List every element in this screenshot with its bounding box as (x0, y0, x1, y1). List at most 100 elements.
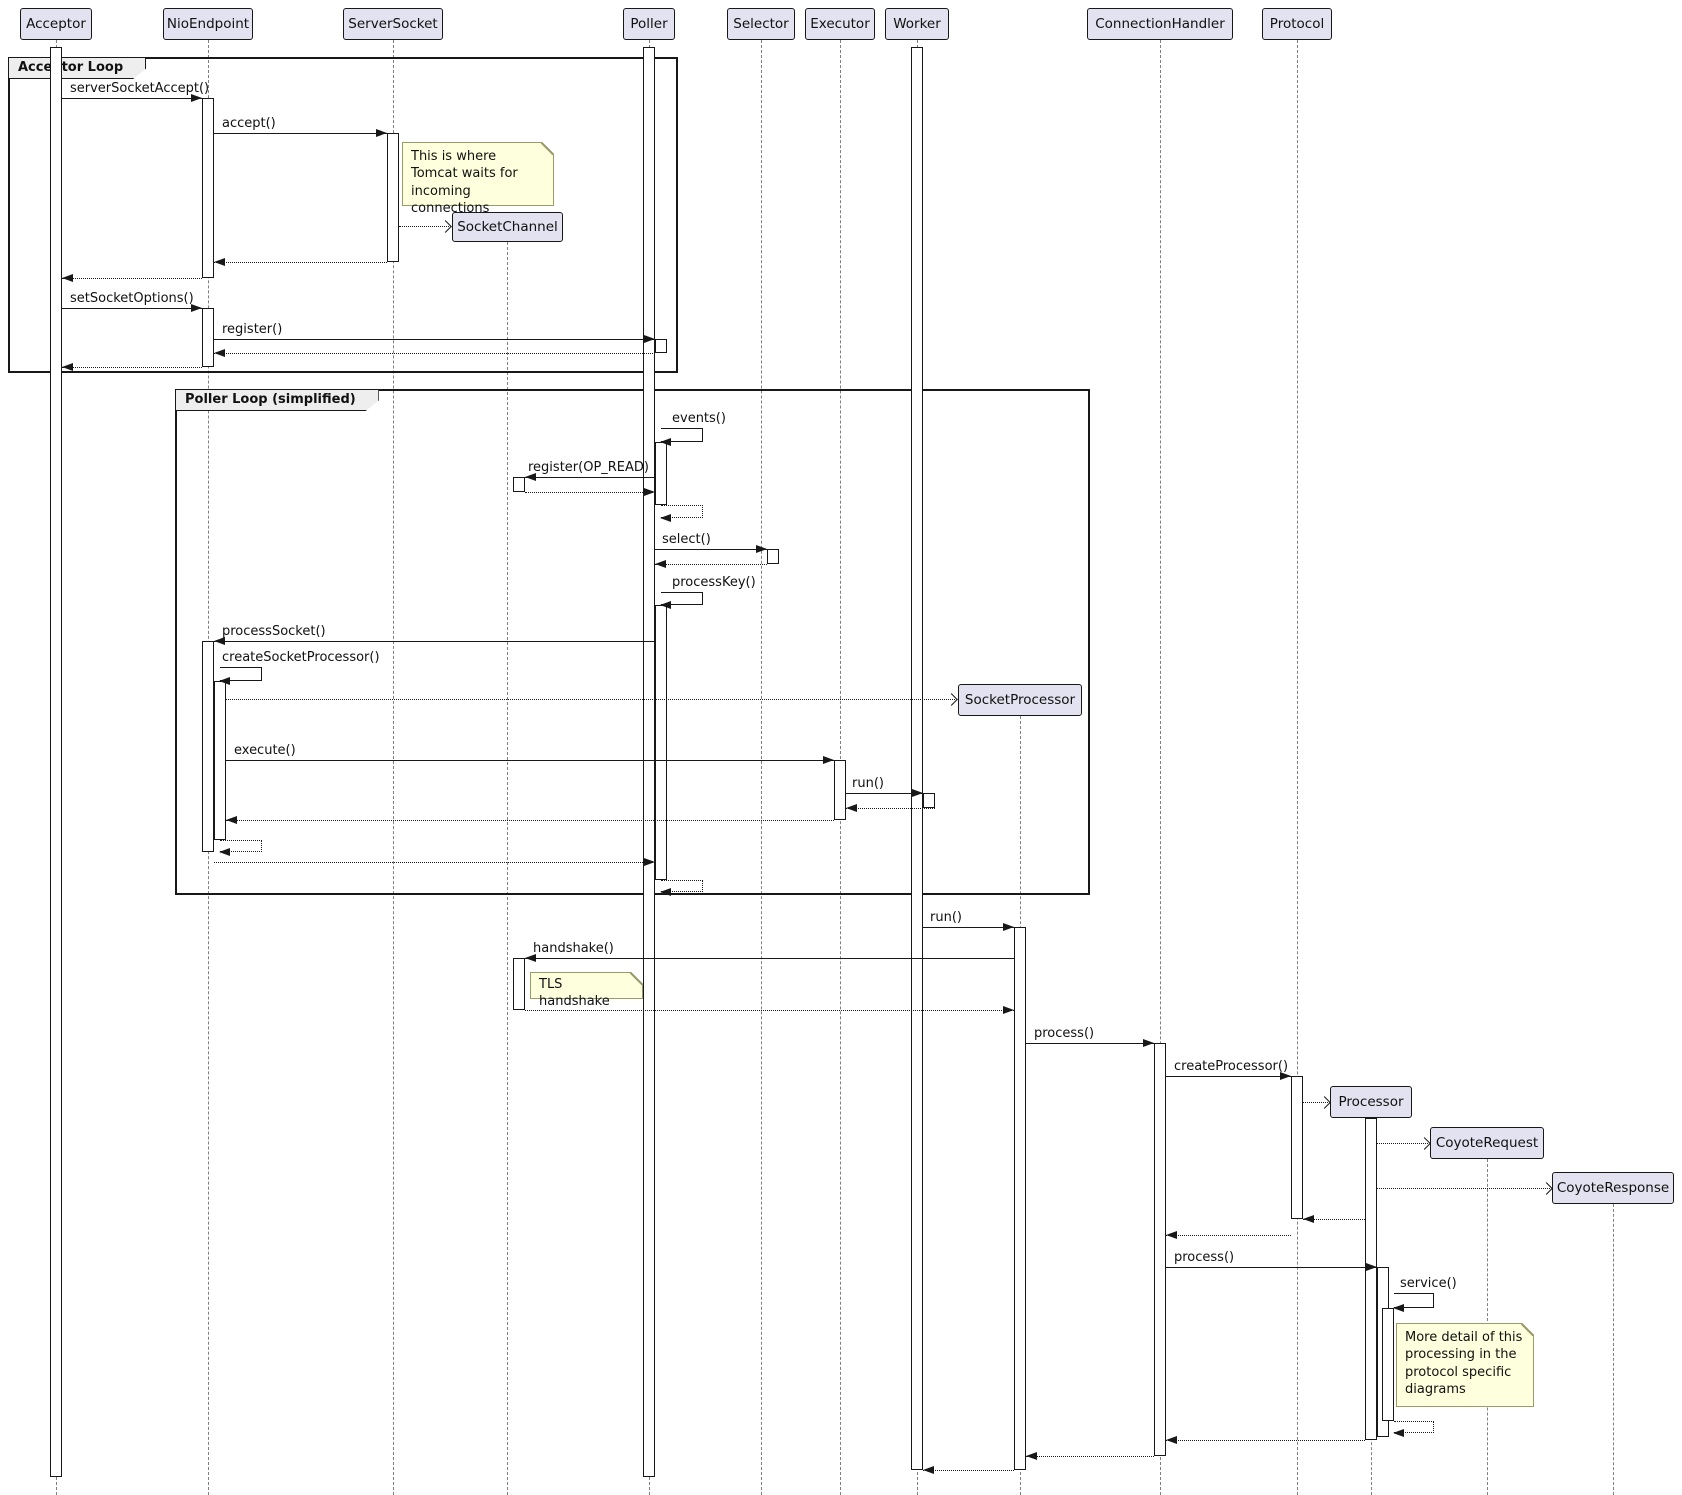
arrowhead-icon (660, 888, 671, 896)
arrow-serversocketaccept (62, 98, 202, 99)
arrowhead-icon (376, 129, 387, 137)
arrow-return-executor (226, 820, 834, 821)
arrow-return-socketchannel (525, 492, 655, 493)
arrow-select (655, 549, 767, 550)
arrowhead-icon (62, 274, 73, 282)
participant-protocol: Protocol (1262, 8, 1332, 40)
arrow-return-processor2 (1166, 1440, 1365, 1441)
participant-name: Protocol (1270, 16, 1324, 32)
arrow-process (1026, 1043, 1154, 1044)
participant-name: Worker (893, 16, 941, 32)
message-label: run() (930, 910, 962, 925)
arrowhead-icon (644, 488, 655, 496)
arrowhead-icon (660, 438, 671, 446)
participant-name: Selector (733, 16, 788, 32)
arrow-handshake (525, 958, 1014, 959)
arrow-process2 (1166, 1267, 1377, 1268)
arrow-return-to-poller (214, 862, 655, 863)
selfreturn-nioendpoint (220, 840, 262, 852)
activation-selector (767, 549, 779, 564)
arrow-create-socketprocessor (226, 699, 955, 700)
note-text: More detail of this processing in the pr… (1405, 1330, 1522, 1397)
activation-poller-register (655, 339, 667, 353)
note-fold-icon (630, 972, 643, 985)
activation-nioendpoint-createsocketprocessor (214, 681, 226, 840)
participant-nioendpoint: NioEndpoint (163, 8, 253, 40)
arrow-execute (226, 760, 834, 761)
participant-acceptor: Acceptor (20, 8, 92, 40)
activation-acceptor (50, 47, 62, 1477)
message-label: serverSocketAccept() (70, 81, 209, 96)
activation-nioendpoint-processsocket (202, 641, 214, 852)
arrow-return-connectionhandler (1026, 1456, 1154, 1457)
participant-worker: Worker (885, 8, 949, 40)
participant-name: CoyoteResponse (1557, 1180, 1669, 1196)
message-label: events() (672, 411, 726, 426)
arrowhead-icon (1003, 923, 1014, 931)
lifeline-coyoteresponse (1613, 1204, 1614, 1495)
message-label: service() (1400, 1276, 1457, 1291)
activation-socketchannel-register (513, 477, 525, 492)
frame-poller-loop-label: Poller Loop (simplified) (175, 389, 379, 411)
message-label: processSocket() (222, 624, 326, 639)
message-label: execute() (234, 743, 296, 758)
selfcall-service (1394, 1293, 1434, 1308)
activation-poller (643, 47, 655, 1477)
arrowhead-icon (219, 848, 230, 856)
message-label: select() (662, 532, 711, 547)
selfcall-processkey (661, 592, 703, 605)
message-label: setSocketOptions() (70, 291, 194, 306)
open-arrowhead-icon (1418, 1138, 1431, 1151)
arrowhead-icon (644, 335, 655, 343)
message-label: process() (1034, 1026, 1094, 1041)
participant-name: CoyoteRequest (1436, 1135, 1538, 1151)
arrowhead-icon (214, 258, 225, 266)
participant-name: SocketProcessor (965, 692, 1075, 708)
arrowhead-icon (660, 514, 671, 522)
arrowhead-icon (756, 545, 767, 553)
participant-serversocket: ServerSocket (343, 8, 443, 40)
activation-nioendpoint-setsocketoptions (202, 308, 214, 367)
arrow-accept (214, 133, 387, 134)
arrowhead-icon (1393, 1304, 1404, 1312)
message-label: register(OP_READ) (528, 460, 649, 475)
arrow-run-socketprocessor (923, 927, 1014, 928)
note-fold-icon (541, 142, 554, 155)
activation-executor (834, 760, 846, 820)
activation-poller-events (655, 442, 667, 505)
activation-worker-run (923, 793, 935, 808)
arrow-return-processor (1303, 1219, 1365, 1220)
arrowhead-icon (214, 349, 225, 357)
note-more-detail: More detail of this processing in the pr… (1396, 1323, 1534, 1407)
activation-nioendpoint-accept (202, 98, 214, 278)
participant-coyoteresponse: CoyoteResponse (1552, 1172, 1674, 1204)
participant-name: SocketChannel (457, 219, 558, 235)
arrowhead-icon (644, 858, 655, 866)
arrowhead-icon (823, 756, 834, 764)
participant-connectionhandler: ConnectionHandler (1087, 8, 1233, 40)
arrow-return-nioendpoint (62, 278, 202, 279)
participant-executor: Executor (805, 8, 875, 40)
arrow-return-worker (846, 808, 935, 809)
arrowhead-icon (655, 560, 666, 568)
arrow-create-socketchannel (399, 226, 449, 227)
message-label: createSocketProcessor() (222, 650, 380, 665)
arrowhead-icon (1166, 1231, 1177, 1239)
arrow-setsocketoptions (62, 308, 202, 309)
arrow-create-coyoteresponse (1377, 1188, 1550, 1189)
arrowhead-icon (1166, 1436, 1177, 1444)
message-label: createProcessor() (1174, 1059, 1288, 1074)
participant-name: Poller (630, 16, 667, 32)
selfreturn-poller-events (661, 505, 703, 518)
message-label: accept() (222, 116, 276, 131)
arrowhead-icon (219, 677, 230, 685)
arrowhead-icon (1393, 1429, 1404, 1437)
arrowhead-icon (1003, 1006, 1014, 1014)
arrow-processsocket (214, 641, 655, 642)
frame-acceptor-loop: Acceptor Loop (8, 57, 678, 373)
arrow-register (214, 339, 655, 340)
note-text: TLS handshake (539, 977, 610, 1009)
arrowhead-icon (660, 601, 671, 609)
participant-name: ServerSocket (348, 16, 437, 32)
participant-socketchannel: SocketChannel (452, 212, 563, 242)
